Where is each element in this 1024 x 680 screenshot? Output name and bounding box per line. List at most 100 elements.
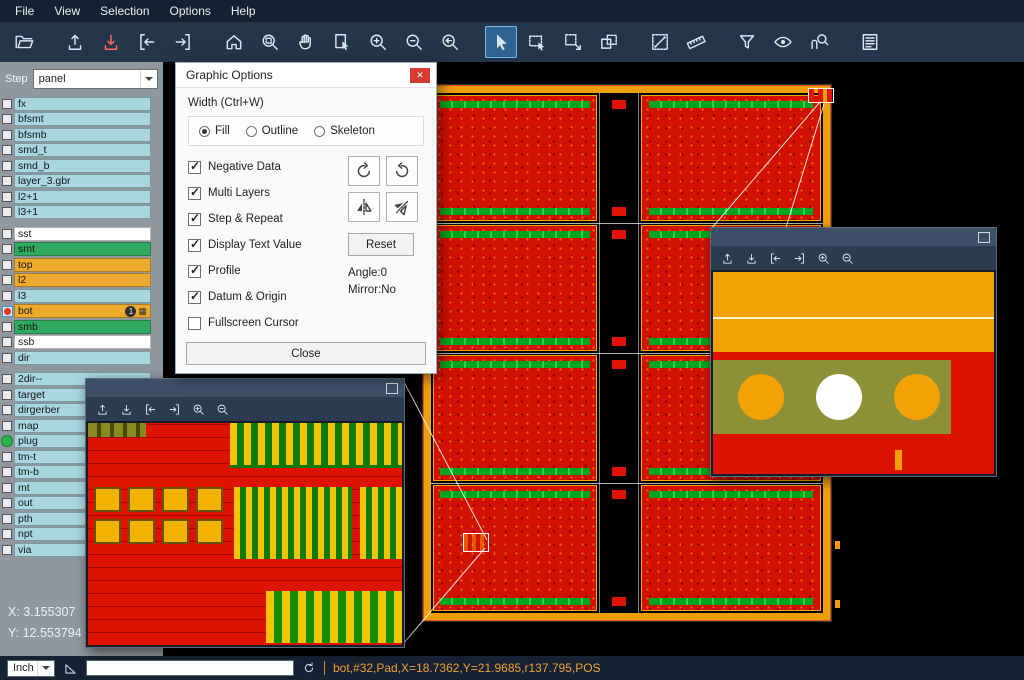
zoom-out-button[interactable] <box>216 403 229 416</box>
close-button[interactable]: Close <box>186 342 426 365</box>
load-left-button[interactable] <box>769 252 782 265</box>
layer-visibility-checkbox[interactable] <box>2 161 12 171</box>
zoom-out-button[interactable] <box>841 252 854 265</box>
layer-row[interactable]: smt <box>0 242 163 258</box>
layer-visibility-checkbox[interactable] <box>2 145 12 155</box>
zoom-in-button[interactable] <box>362 26 394 58</box>
layer-row[interactable]: l2 <box>0 273 163 289</box>
load-up-button[interactable] <box>59 26 91 58</box>
layer-visibility-checkbox[interactable] <box>2 498 12 508</box>
checkbox-fullscreen-cursor[interactable]: Fullscreen Cursor <box>188 310 348 336</box>
radio-outline[interactable]: Outline <box>246 125 298 137</box>
menu-help[interactable]: Help <box>222 2 265 20</box>
radio-skeleton[interactable]: Skeleton <box>314 125 375 137</box>
rotate-ccw-button[interactable] <box>386 156 418 186</box>
pcb-board-instance[interactable] <box>641 95 821 221</box>
report-list-button[interactable] <box>854 26 886 58</box>
layer-visibility-checkbox[interactable] <box>2 405 12 415</box>
pcb-board-instance[interactable] <box>433 485 597 611</box>
menu-view[interactable]: View <box>45 2 89 20</box>
reset-button[interactable]: Reset <box>348 233 414 256</box>
checkbox-profile[interactable]: Profile <box>188 258 348 284</box>
layer-visibility-checkbox[interactable] <box>2 545 12 555</box>
layer-visibility-checkbox[interactable] <box>2 176 12 186</box>
measure-ruler-button[interactable] <box>680 26 712 58</box>
layer-row[interactable]: smb <box>0 319 163 335</box>
layer-visibility-checkbox[interactable] <box>2 390 12 400</box>
open-file-button[interactable] <box>8 26 40 58</box>
load-up-button[interactable] <box>721 252 734 265</box>
pcb-board-instance[interactable] <box>641 485 821 611</box>
layer-row[interactable]: layer_3.gbr <box>0 174 163 190</box>
layer-visibility-checkbox[interactable] <box>2 322 12 332</box>
window-button[interactable] <box>978 232 990 243</box>
menu-file[interactable]: File <box>6 2 43 20</box>
overlay-compare-button[interactable] <box>593 26 625 58</box>
transform-select-button[interactable] <box>557 26 589 58</box>
checkbox-icon[interactable] <box>188 239 201 252</box>
layer-visibility-checkbox[interactable] <box>2 275 12 285</box>
step-select[interactable]: panel <box>33 69 158 89</box>
layer-visibility-checkbox[interactable] <box>2 99 12 109</box>
layer-visibility-checkbox[interactable] <box>2 114 12 124</box>
rect-select-button[interactable] <box>521 26 553 58</box>
checkbox-icon[interactable] <box>188 265 201 278</box>
layer-visibility-checkbox[interactable] <box>2 130 12 140</box>
page-select-button[interactable] <box>326 26 358 58</box>
zoom-in-button[interactable] <box>192 403 205 416</box>
layer-row[interactable]: bfsmb <box>0 127 163 143</box>
zoom-area-button[interactable] <box>254 26 286 58</box>
checkbox-icon[interactable] <box>188 291 201 304</box>
layer-visibility-checkbox[interactable] <box>2 353 12 363</box>
layer-visibility-checkbox[interactable] <box>2 467 12 477</box>
layer-row[interactable]: fx <box>0 96 163 112</box>
flip-diagonal-button[interactable] <box>386 192 418 222</box>
load-down-button[interactable] <box>745 252 758 265</box>
load-right-button[interactable] <box>793 252 806 265</box>
layer-visibility-checkbox[interactable] <box>2 192 12 202</box>
pcb-board-instance[interactable] <box>433 225 597 351</box>
measure-diagonal-button[interactable] <box>644 26 676 58</box>
load-down-button[interactable] <box>95 26 127 58</box>
layer-visibility-checkbox[interactable] <box>2 207 12 217</box>
load-down-button[interactable] <box>120 403 133 416</box>
checkbox-datum-origin[interactable]: Datum & Origin <box>188 284 348 310</box>
zoom-in-button[interactable] <box>817 252 830 265</box>
layer-row[interactable]: smd_b <box>0 158 163 174</box>
load-right-button[interactable] <box>167 26 199 58</box>
close-icon[interactable] <box>410 68 430 83</box>
layer-visibility-checkbox[interactable] <box>2 529 12 539</box>
dialog-titlebar[interactable]: Graphic Options <box>176 63 436 88</box>
layer-visibility-checkbox[interactable] <box>2 452 12 462</box>
layer-row[interactable]: sst <box>0 226 163 242</box>
load-up-button[interactable] <box>96 403 109 416</box>
window-button[interactable] <box>386 383 398 394</box>
pcb-board-instance[interactable] <box>433 95 597 221</box>
layer-visibility-checkbox[interactable] <box>2 260 12 270</box>
load-left-button[interactable] <box>131 26 163 58</box>
command-input[interactable] <box>86 660 294 676</box>
checkbox-multi-layers[interactable]: Multi Layers <box>188 180 348 206</box>
checkbox-icon[interactable] <box>188 213 201 226</box>
magnifier-window-right[interactable] <box>710 227 997 477</box>
checkbox-icon[interactable] <box>188 161 201 174</box>
layer-row[interactable]: bfsmt <box>0 112 163 128</box>
magnifier-titlebar[interactable] <box>86 379 404 397</box>
checkbox-negative-data[interactable]: Negative Data <box>188 154 348 180</box>
zoom-out-button[interactable] <box>398 26 430 58</box>
menu-selection[interactable]: Selection <box>91 2 158 20</box>
home-view-button[interactable] <box>218 26 250 58</box>
layer-row[interactable]: l3 <box>0 288 163 304</box>
load-right-button[interactable] <box>168 403 181 416</box>
unit-select[interactable]: Inch <box>7 660 55 677</box>
rotate-cw-button[interactable] <box>348 156 380 186</box>
snap-corner-icon[interactable] <box>63 661 78 676</box>
pan-hand-button[interactable] <box>290 26 322 58</box>
eye-visibility-button[interactable] <box>767 26 799 58</box>
layer-visibility-checkbox[interactable] <box>2 374 12 384</box>
layer-visibility-checkbox[interactable] <box>2 229 12 239</box>
load-left-button[interactable] <box>144 403 157 416</box>
zoom-previous-button[interactable] <box>434 26 466 58</box>
refresh-icon[interactable] <box>302 661 316 675</box>
layer-row[interactable]: l3+1 <box>0 205 163 221</box>
